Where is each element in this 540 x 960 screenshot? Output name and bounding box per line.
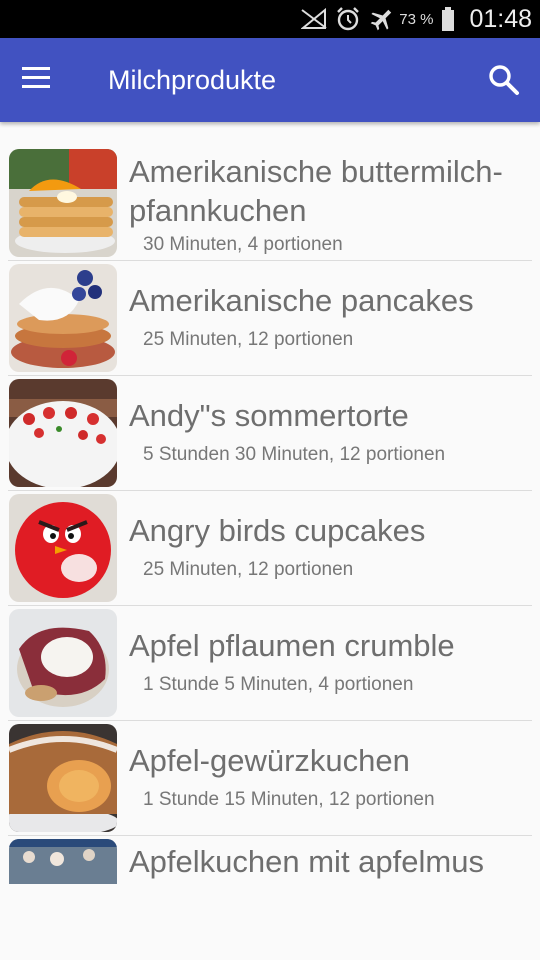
recipe-thumbnail	[9, 149, 117, 257]
recipe-name: Andy"s sommertorte	[129, 398, 409, 433]
recipe-row[interactable]: Apfel-gewürzkuchen 1 Stunde 15 Minuten, …	[0, 721, 540, 836]
recipe-row[interactable]: Amerikanische pancakes 25 Minuten, 12 po…	[0, 261, 540, 376]
recipe-name: Amerikanische buttermilch-pfannkuchen	[129, 154, 503, 228]
status-icons: 73 % 01:48	[301, 0, 532, 38]
recipe-row[interactable]: Apfel pflaumen crumble 1 Stunde 5 Minute…	[0, 606, 540, 721]
recipe-meta: 25 Minuten, 12 portionen	[143, 559, 354, 580]
recipe-thumbnail	[9, 264, 117, 372]
alarm-icon	[335, 6, 361, 32]
recipe-name: Amerikanische pancakes	[129, 283, 474, 318]
recipe-row[interactable]: Apfelkuchen mit apfelmus	[0, 836, 540, 884]
recipe-list[interactable]: Amerikanische buttermilch-pfannkuchen 30…	[0, 146, 540, 884]
recipe-meta: 30 Minuten, 4 portionen	[143, 234, 343, 255]
recipe-row[interactable]: Andy"s sommertorte 5 Stunden 30 Minuten,…	[0, 376, 540, 491]
recipe-meta: 1 Stunde 5 Minuten, 4 portionen	[143, 674, 414, 695]
recipe-row[interactable]: Amerikanische buttermilch-pfannkuchen 30…	[0, 146, 540, 261]
clock: 01:48	[469, 4, 532, 33]
recipe-meta: 25 Minuten, 12 portionen	[143, 329, 354, 350]
recipe-thumbnail	[9, 724, 117, 832]
status-bar: 73 % 01:48	[0, 0, 540, 38]
recipe-thumbnail	[9, 379, 117, 487]
recipe-name: Apfel-gewürzkuchen	[129, 743, 410, 778]
app-bar: Milchprodukte	[0, 38, 540, 122]
battery-icon	[441, 6, 455, 32]
recipe-name: Apfel pflaumen crumble	[129, 628, 455, 663]
no-signal-icon	[301, 6, 327, 32]
menu-icon[interactable]	[22, 64, 62, 96]
recipe-thumbnail	[9, 494, 117, 602]
recipe-name: Apfelkuchen mit apfelmus	[129, 844, 484, 879]
recipe-meta: 5 Stunden 30 Minuten, 12 portionen	[143, 444, 446, 465]
search-icon[interactable]	[486, 62, 522, 98]
page-title: Milchprodukte	[108, 65, 277, 95]
battery-percent: 73 %	[399, 10, 434, 28]
recipe-row[interactable]: Angry birds cupcakes 25 Minuten, 12 port…	[0, 491, 540, 606]
recipe-thumbnail	[9, 839, 117, 884]
recipe-thumbnail	[9, 609, 117, 717]
recipe-meta: 1 Stunde 15 Minuten, 12 portionen	[143, 789, 435, 810]
airplane-icon	[369, 6, 395, 32]
recipe-name: Angry birds cupcakes	[129, 513, 426, 548]
